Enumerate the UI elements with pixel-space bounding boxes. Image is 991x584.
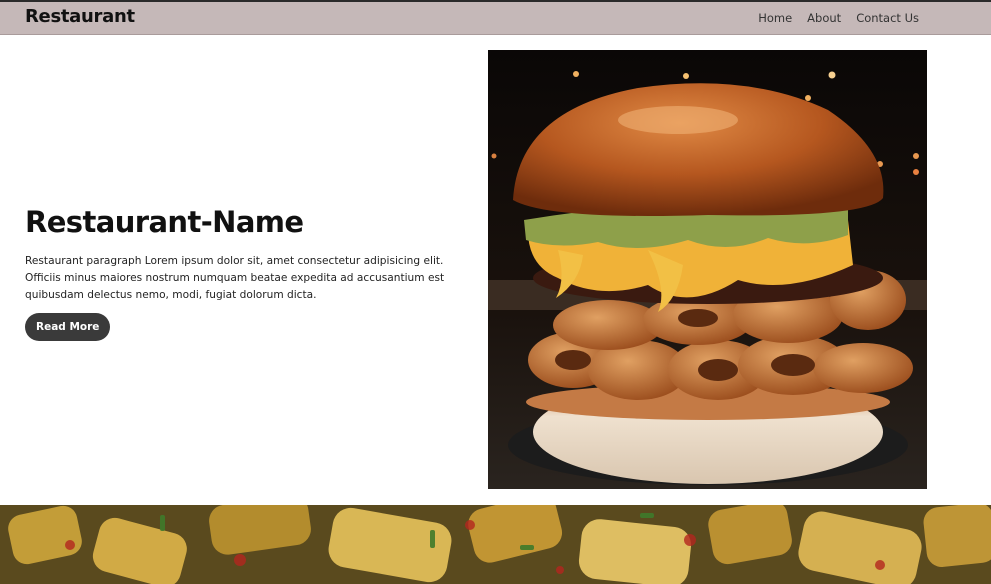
- nav-link-about[interactable]: About: [807, 11, 841, 25]
- hero-text: Restaurant-Name Restaurant paragraph Lor…: [25, 203, 465, 341]
- hero-title: Restaurant-Name: [25, 205, 304, 239]
- nav-links: Home About Contact Us: [758, 11, 919, 25]
- navbar: Restaurant Home About Contact Us: [0, 0, 991, 35]
- food-banner-image: [0, 505, 991, 584]
- hero-paragraph: Restaurant paragraph Lorem ipsum dolor s…: [25, 255, 445, 301]
- read-more-button[interactable]: Read More: [25, 313, 111, 341]
- burger-image: [488, 50, 927, 489]
- nav-link-contact[interactable]: Contact Us: [856, 11, 919, 25]
- brand-logo[interactable]: Restaurant: [25, 6, 135, 27]
- nav-link-home[interactable]: Home: [758, 11, 792, 25]
